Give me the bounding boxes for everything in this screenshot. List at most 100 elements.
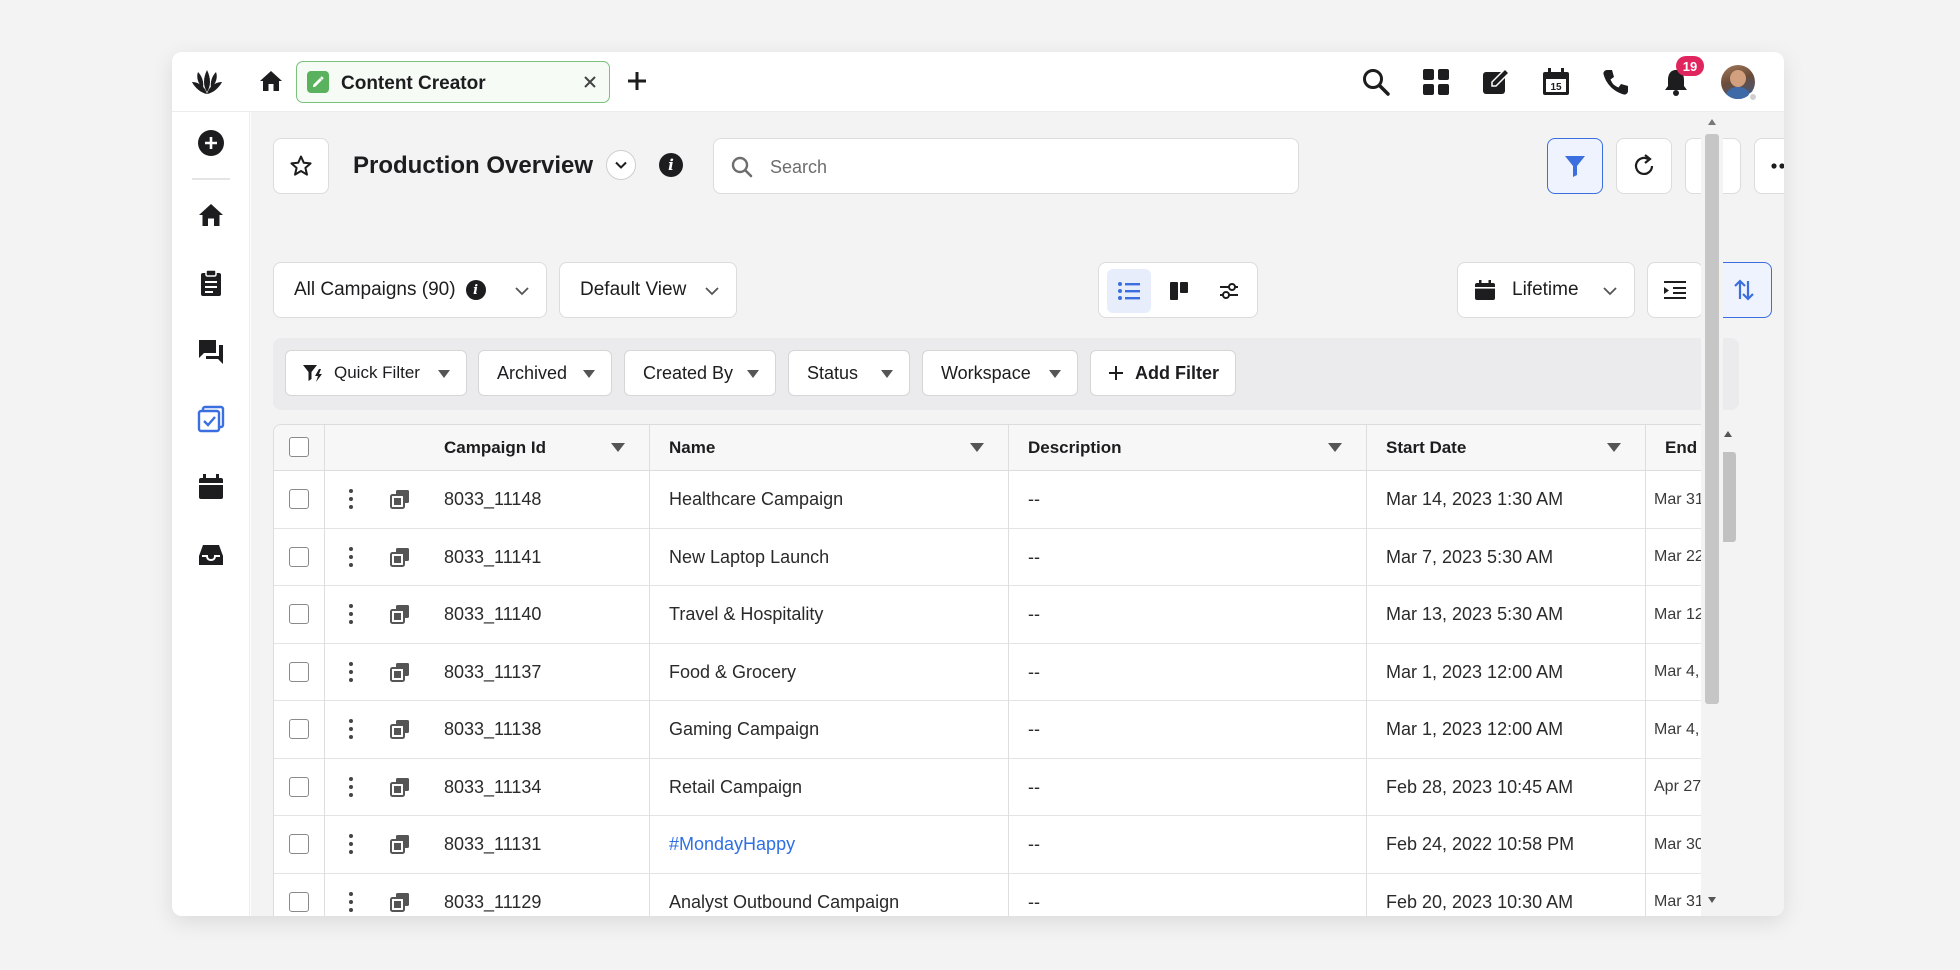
settings-view-button[interactable] [1207,269,1251,313]
column-header-name[interactable]: Name [669,425,715,471]
campaign-icon[interactable] [194,402,228,436]
cell-start-date: Mar 14, 2023 1:30 AM [1386,489,1564,509]
more-vertical-icon[interactable] [346,487,356,511]
calendar-icon[interactable]: 15 [1540,66,1572,98]
row-density-button[interactable] [1647,262,1703,318]
table-row[interactable]: 8033_11138 Gaming Campaign -- Mar 1, 2023 1… [274,701,1738,759]
add-icon[interactable] [194,126,228,160]
close-icon[interactable] [579,71,601,93]
row-checkbox[interactable] [289,776,309,797]
column-divider [649,425,650,916]
filter-chip-created-by[interactable]: Created By [624,350,776,396]
app-window: Content Creator 15 19 Production Overvie… [172,52,1784,916]
row-checkbox[interactable] [289,719,309,739]
plus-icon[interactable] [622,66,652,96]
column-header-description[interactable]: Description [1028,425,1122,471]
duplicate-icon[interactable] [389,603,411,625]
home-icon[interactable] [194,198,228,232]
row-checkbox[interactable] [289,834,309,854]
duplicate-icon[interactable] [389,776,411,798]
caret-down-icon[interactable] [970,443,984,452]
sort-button[interactable] [1716,262,1772,318]
page-scrollbar-thumb[interactable] [1705,134,1719,704]
more-vertical-icon[interactable] [346,545,356,569]
duplicate-icon[interactable] [389,833,411,855]
row-checkbox[interactable] [289,489,309,509]
title-dropdown[interactable] [606,150,636,180]
filter-chip-archived[interactable]: Archived [478,350,612,396]
cell-name: Retail Campaign [669,776,803,797]
more-vertical-icon[interactable] [346,717,356,741]
table-row[interactable]: 8033_11137 Food & Grocery -- Mar 1, 2023 12… [274,643,1738,701]
column-label: Campaign Id [444,438,547,457]
table-row[interactable]: 8033_11140 Travel & Hospitality -- Mar 13, … [274,586,1738,644]
list-view-button[interactable] [1107,269,1151,313]
select-all-checkbox[interactable] [289,437,309,457]
campaign-filter-dropdown[interactable]: All Campaigns (90) i [273,262,547,318]
column-header-campaign-id[interactable]: Campaign Id [444,425,546,471]
inbox-icon[interactable] [194,538,228,572]
quick-filter-chip[interactable]: Quick Filter [285,350,467,396]
filter-button[interactable] [1547,138,1603,194]
table-row[interactable]: 8033_11134 Retail Campaign -- Feb 28, 2023 … [274,758,1738,816]
column-header-start-date[interactable]: Start Date [1386,425,1466,471]
cell-start-date: Feb 20, 2023 10:30 AM [1386,891,1574,912]
duplicate-icon[interactable] [389,546,411,568]
clipboard-icon[interactable] [194,266,228,300]
logo-icon[interactable] [190,66,224,98]
duplicate-icon[interactable] [389,661,411,683]
home-icon[interactable] [256,66,286,96]
row-checkbox[interactable] [289,661,309,682]
duplicate-icon[interactable] [389,891,411,913]
tab-content-creator[interactable]: Content Creator [296,61,610,103]
apps-grid-icon[interactable] [1420,66,1452,98]
search-icon [730,155,754,179]
more-vertical-icon[interactable] [346,775,356,799]
search-input[interactable] [770,153,1270,181]
table-row[interactable]: 8033_11129 Analyst Outbound Campaign -- Feb… [274,873,1738,916]
more-button[interactable] [1754,138,1784,194]
cell-name[interactable]: #MondayHappy [669,816,999,873]
search-icon[interactable] [1360,66,1392,98]
add-filter-button[interactable]: Add Filter [1090,350,1236,396]
more-vertical-icon[interactable] [346,890,356,914]
more-vertical-icon[interactable] [346,660,356,684]
duplicate-icon[interactable] [389,488,411,510]
filter-bar: Quick Filter Archived Created By Status … [273,338,1739,410]
calendar-icon[interactable] [194,470,228,504]
row-checkbox[interactable] [289,546,309,567]
table-row[interactable]: 8033_11131 #MondayHappy -- Feb 24, 2022 10:… [274,816,1738,874]
search-box[interactable] [713,138,1299,194]
info-icon[interactable]: i [465,280,486,300]
date-range-dropdown[interactable]: Lifetime [1457,262,1635,318]
top-bar: Content Creator 15 19 [172,52,1784,112]
row-checkbox[interactable] [289,604,309,624]
duplicate-icon[interactable] [389,718,411,740]
caret-down-icon[interactable] [1328,443,1342,452]
filter-chip-status[interactable]: Status [788,350,910,396]
more-vertical-icon[interactable] [346,602,356,626]
scroll-up-icon[interactable] [1723,430,1733,438]
scroll-up-icon[interactable] [1707,118,1717,126]
caret-down-icon[interactable] [1607,443,1621,452]
refresh-button[interactable] [1616,138,1672,194]
view-dropdown[interactable]: Default View [559,262,737,318]
info-icon[interactable]: i [659,153,683,177]
scroll-down-icon[interactable] [1707,896,1717,904]
chat-icon[interactable] [194,334,228,368]
table-row[interactable]: 8033_11148 Healthcare Campaign -- Mar 14, 2… [274,471,1738,529]
phone-icon[interactable] [1600,66,1632,98]
board-view-button[interactable] [1157,269,1201,313]
page-scrollbar[interactable] [1701,112,1723,916]
chevron-down-icon [515,287,529,296]
chevron-down-icon [705,287,719,296]
more-vertical-icon[interactable] [346,832,356,856]
compose-icon[interactable] [1480,66,1512,98]
caret-down-icon[interactable] [611,443,625,452]
table-row[interactable]: 8033_11141 New Laptop Launch -- Mar 7, 2023… [274,528,1738,586]
row-checkbox[interactable] [289,891,309,912]
quick-filter-label: Quick Filter [334,363,420,382]
favorite-button[interactable] [273,138,329,194]
page-title: Production Overview [353,152,594,179]
filter-chip-workspace[interactable]: Workspace [922,350,1078,396]
